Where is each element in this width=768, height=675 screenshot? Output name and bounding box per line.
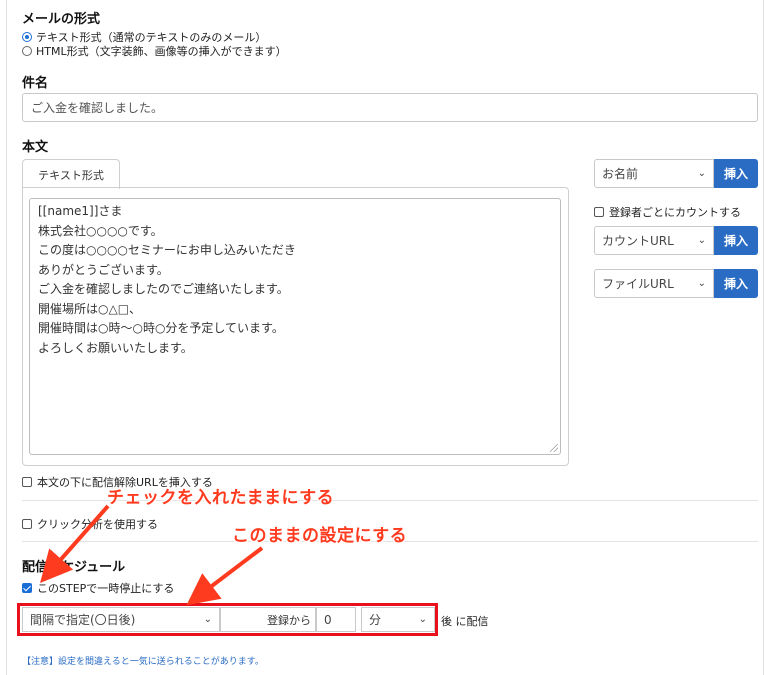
annotation-keep-setting: このままの設定にする (232, 526, 408, 546)
annotation-arrows (40, 504, 264, 606)
arrow-to-schedule-settings (186, 546, 264, 606)
annotation-keep-checked: チェックを入れたままにする (107, 488, 335, 508)
arrow-to-pause-checkbox (40, 504, 110, 583)
